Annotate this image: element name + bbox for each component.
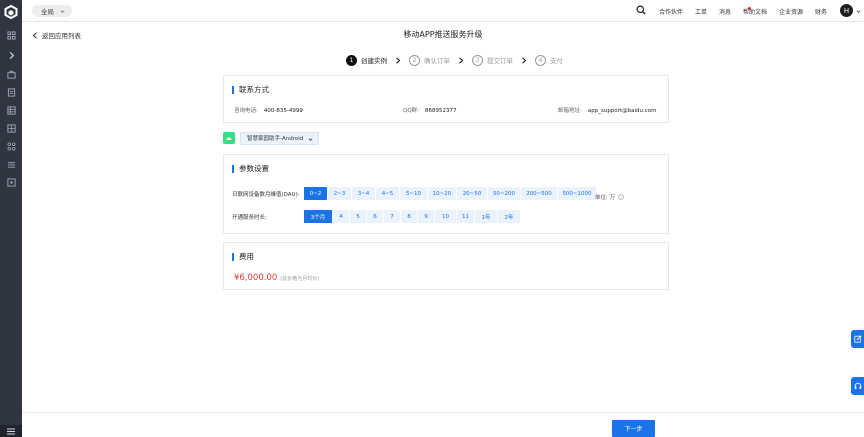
contact-card: 联系方式 咨询电话: 400-835-4999 QQ群: 868952377 邮箱地… (223, 75, 669, 123)
app-selector: 智慧家园助手-Android (223, 131, 323, 145)
dau-option[interactable]: 200~500 (521, 187, 557, 200)
dau-option[interactable]: 10~20 (428, 187, 456, 200)
qq-info: QQ群: 868952377 (403, 106, 457, 114)
chevron-right-icon (459, 56, 464, 64)
unit-label: 单位: 万 (595, 195, 616, 201)
contact-section-title: 联系方式 (232, 86, 269, 94)
app-dropdown-value: 智慧家园助手-Android (247, 136, 304, 142)
nav-help-docs[interactable]: 帮助文档 (743, 7, 767, 16)
cost-card: 费用 ¥6,000.00 (此价格为月均价) (223, 242, 669, 290)
duration-option[interactable]: 7 (384, 210, 400, 223)
nav-messages[interactable]: 消息 (719, 7, 731, 16)
nav-partners[interactable]: 合作伙伴 (659, 7, 683, 16)
cost-section-title: 费用 (232, 253, 254, 261)
region-selector[interactable]: 全局 (32, 5, 72, 17)
duration-option[interactable]: 4 (333, 210, 349, 223)
price-display: ¥6,000.00 (此价格为月均价) (234, 273, 319, 283)
step-indicator: 1 创建实例 2 确认订单 3 提交订单 4 支付 (346, 54, 563, 66)
page-title: 移动APP推送服务升级 (403, 30, 483, 39)
step-2-label: 确认订单 (424, 57, 450, 65)
layers-icon[interactable] (5, 158, 17, 170)
expand-sidebar-icon[interactable] (5, 49, 17, 61)
params-section-title: 参数设置 (232, 165, 269, 173)
chevron-down-icon (60, 9, 65, 13)
dau-options: 0~2 2~3 3~4 4~5 5~10 10~20 20~50 50~200 … (304, 187, 597, 200)
email-info: 邮箱地址: app_support@baidu.com (558, 106, 656, 114)
support-button[interactable] (851, 377, 864, 395)
dau-option[interactable]: 4~5 (376, 187, 399, 200)
price-amount: ¥6,000.00 (234, 273, 278, 283)
avatar[interactable]: H (840, 4, 853, 17)
footer-bar: 下一步 (22, 412, 864, 437)
briefcase-icon[interactable] (5, 68, 17, 80)
duration-option[interactable]: 9 (418, 210, 434, 223)
duration-option[interactable]: 10 (435, 210, 456, 223)
step-4-label: 支付 (550, 57, 563, 65)
document-icon[interactable] (5, 86, 17, 98)
dau-option[interactable]: 2~3 (328, 187, 351, 200)
info-icon[interactable] (618, 194, 624, 200)
step-1-number: 1 (346, 54, 357, 66)
main-content: 1 创建实例 2 确认订单 3 提交订单 4 支付 联系方式 咨询电话: 400-… (22, 46, 864, 412)
phone-info: 咨询电话: 400-835-4999 (234, 106, 303, 114)
email-label: 邮箱地址: (558, 108, 582, 114)
price-note: (此价格为月均价) (280, 276, 320, 282)
database-icon[interactable] (5, 104, 17, 116)
dau-option[interactable]: 20~50 (457, 187, 487, 200)
duration-option[interactable]: 1年 (475, 210, 497, 223)
app-dropdown[interactable]: 智慧家园助手-Android (240, 131, 319, 145)
table-icon[interactable] (5, 122, 17, 134)
search-icon[interactable] (636, 5, 646, 15)
puzzle-icon[interactable] (5, 140, 17, 152)
duration-option[interactable]: 2年 (498, 210, 520, 223)
step-3-label: 提交订单 (487, 57, 513, 65)
grid-icon[interactable] (5, 29, 17, 41)
nav-finance[interactable]: 财务 (815, 7, 827, 16)
chevron-right-icon (396, 56, 401, 64)
duration-option[interactable]: 3个月 (304, 210, 332, 223)
headset-icon (854, 382, 861, 389)
chevron-right-icon (522, 56, 527, 64)
email-value: app_support@baidu.com (587, 108, 657, 114)
chevron-down-icon (308, 137, 313, 141)
top-bar: 全局 合作伙伴 工单 消息 帮助文档 企业资源 财务 H (22, 0, 864, 22)
duration-option[interactable]: 6 (367, 210, 383, 223)
feedback-button[interactable] (851, 330, 864, 348)
logo-icon[interactable] (3, 4, 19, 20)
step-2-number: 2 (409, 54, 420, 66)
phone-value: 400-835-4999 (263, 108, 303, 114)
duration-option[interactable]: 5 (350, 210, 366, 223)
unit-info: 单位: 万 (595, 193, 624, 201)
phone-label: 咨询电话: (234, 108, 258, 114)
next-step-button[interactable]: 下一步 (612, 420, 655, 437)
avatar-chevron-down-icon[interactable] (856, 9, 861, 14)
region-label: 全局 (41, 8, 54, 16)
dau-option[interactable]: 0~2 (304, 187, 327, 200)
dau-option[interactable]: 500~1000 (558, 187, 596, 200)
params-card: 参数设置 日联网设备数月峰值(DAU): 0~2 2~3 3~4 4~5 5~1… (223, 154, 669, 234)
duration-option[interactable]: 11 (457, 210, 474, 223)
play-icon[interactable] (5, 176, 17, 188)
page-header: 返回应用列表 移动APP推送服务升级 (22, 22, 864, 46)
step-3-number: 3 (472, 54, 483, 66)
duration-options: 3个月 4 5 6 7 8 9 10 11 1年 2年 (304, 210, 521, 223)
edit-icon (853, 335, 862, 343)
qq-value: 868952377 (425, 108, 457, 114)
duration-label: 开通服务时长: (232, 215, 267, 221)
step-4-number: 4 (535, 54, 546, 66)
dau-label: 日联网设备数月峰值(DAU): (232, 192, 300, 198)
left-sidebar (0, 0, 22, 437)
step-1-label: 创建实例 (361, 57, 387, 65)
duration-option[interactable]: 8 (401, 210, 417, 223)
dau-option[interactable]: 3~4 (352, 187, 375, 200)
qq-label: QQ群: (403, 108, 420, 114)
nav-tickets[interactable]: 工单 (695, 7, 707, 16)
android-icon (223, 132, 235, 144)
dau-option[interactable]: 50~200 (488, 187, 520, 200)
dau-option[interactable]: 5~10 (400, 187, 427, 200)
nav-enterprise-resources[interactable]: 企业资源 (779, 7, 803, 16)
menu-toggle-icon[interactable] (0, 425, 22, 437)
